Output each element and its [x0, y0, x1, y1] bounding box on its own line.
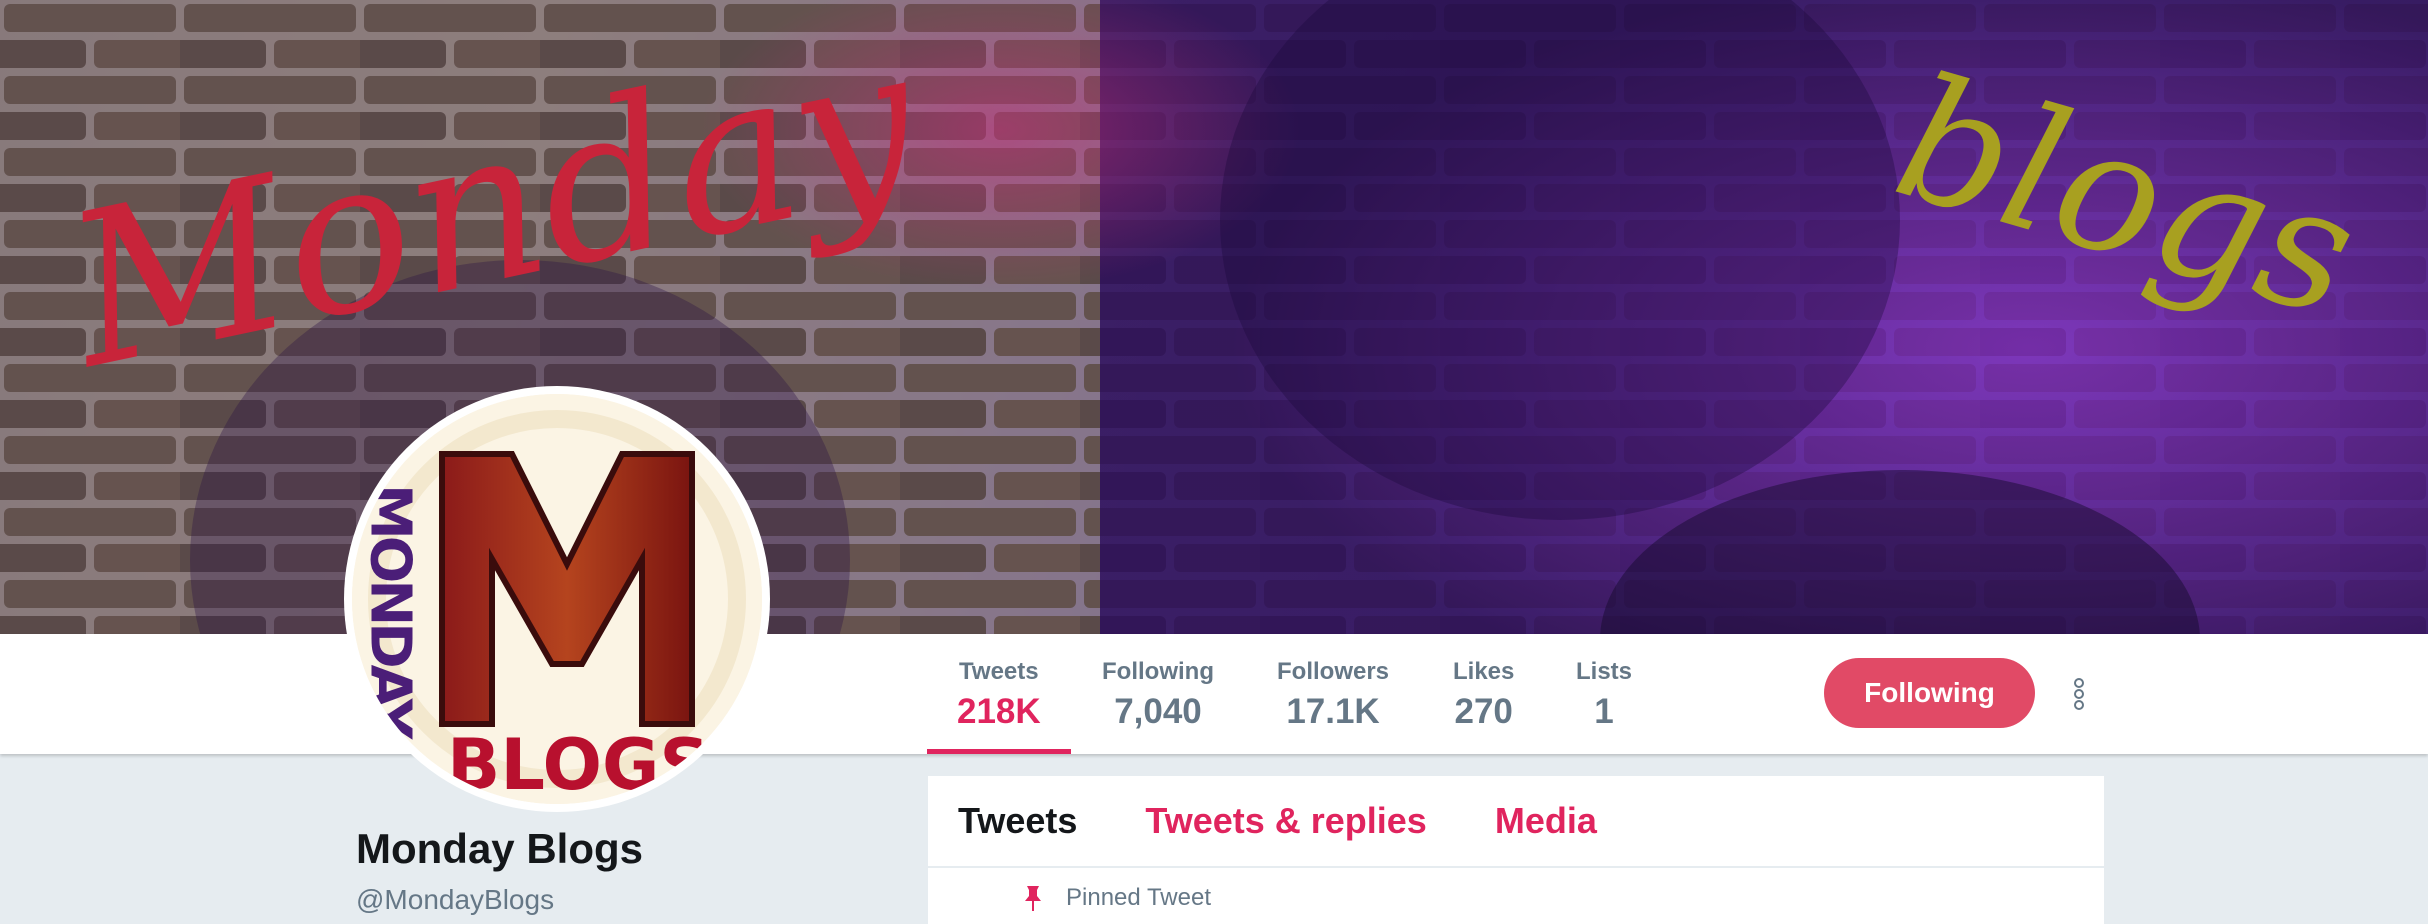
stat-label: Following [1102, 658, 1214, 685]
stat-following[interactable]: Following 7,040 [1102, 658, 1214, 754]
stat-value: 1 [1594, 692, 1614, 731]
stat-label: Likes [1453, 658, 1515, 685]
avatar-bottom-text: BLOGS [447, 724, 710, 804]
stat-tweets[interactable]: Tweets 218K [927, 658, 1071, 754]
timeline: Tweets Tweets & replies Media Pinned Twe… [928, 776, 2104, 924]
profile-name: Monday Blogs [356, 825, 644, 872]
timeline-tabs: Tweets Tweets & replies Media [928, 776, 2104, 868]
tab-tweets-replies[interactable]: Tweets & replies [1145, 799, 1426, 843]
tab-tweets[interactable]: Tweets [958, 799, 1077, 843]
stat-label: Followers [1277, 658, 1390, 685]
pinned-tweet-label: Pinned Tweet [1066, 884, 1211, 911]
stat-value: 7,040 [1114, 692, 1202, 731]
more-options-icon[interactable] [2066, 672, 2092, 716]
avatar-logo: MONDAY BLOGS [352, 394, 762, 804]
tab-media[interactable]: Media [1495, 799, 1597, 843]
profile-handle[interactable]: @MondayBlogs [356, 882, 554, 918]
stat-label: Lists [1576, 658, 1633, 685]
avatar[interactable]: MONDAY BLOGS [344, 386, 770, 812]
stat-value: 17.1K [1286, 692, 1380, 731]
stat-value: 218K [957, 692, 1041, 731]
stat-label: Tweets [959, 658, 1039, 685]
following-button[interactable]: Following [1824, 658, 2035, 728]
pinned-tweet-header: Pinned Tweet [1022, 884, 1211, 912]
stat-lists[interactable]: Lists 1 [1576, 658, 1632, 754]
stat-value: 270 [1454, 692, 1513, 731]
pin-icon [1025, 886, 1041, 911]
avatar-side-text: MONDAY [358, 484, 423, 741]
stat-likes[interactable]: Likes 270 [1453, 658, 1514, 754]
stat-followers[interactable]: Followers 17.1K [1277, 658, 1389, 754]
